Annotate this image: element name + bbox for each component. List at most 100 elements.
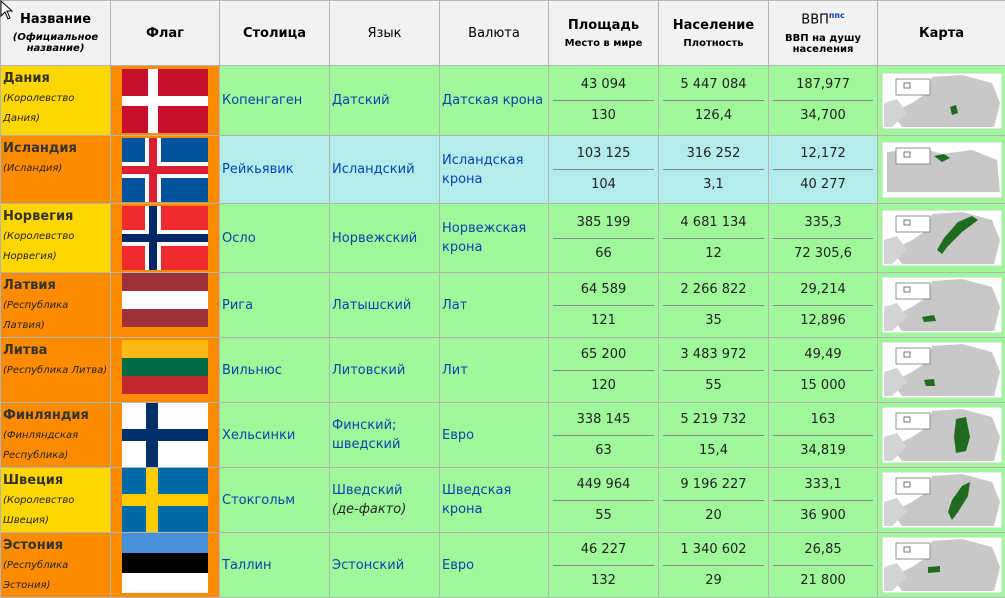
- lithuania-flag[interactable]: [111, 338, 219, 402]
- sweden-flag[interactable]: [111, 468, 219, 532]
- language-link[interactable]: Датский: [332, 93, 390, 108]
- header-language[interactable]: Язык: [330, 1, 440, 66]
- gdp-value: 12,172: [769, 139, 877, 169]
- capital-link[interactable]: Хельсинки: [220, 403, 330, 468]
- area-cell: 43 094130: [549, 66, 659, 136]
- capital-link[interactable]: Стокгольм: [220, 468, 330, 533]
- gdp-cell: 26,8521 800: [769, 533, 878, 598]
- area-cell: 385 19966: [549, 204, 659, 273]
- country-name-link[interactable]: Швеция: [3, 470, 110, 491]
- map-cell: [878, 403, 1005, 468]
- language-link[interactable]: Литовский: [332, 363, 405, 378]
- denmark-flag[interactable]: [111, 69, 219, 133]
- official-name: (Республика Латвия): [3, 296, 110, 336]
- currency-link[interactable]: Евро: [440, 403, 549, 468]
- header-row: Название(Официальное название) Флаг Стол…: [1, 1, 1005, 66]
- area-value: 46 227: [549, 535, 658, 565]
- gdp-per-capita: 34,819: [769, 436, 877, 466]
- official-name: (Королевство Норвегия): [3, 227, 110, 267]
- gdp-value: 26,85: [769, 535, 877, 565]
- capital-link[interactable]: Осло: [220, 204, 330, 273]
- map-cell: [878, 136, 1005, 204]
- header-map[interactable]: Карта: [878, 1, 1005, 66]
- language-extra[interactable]: шведский: [332, 437, 400, 452]
- language-cell[interactable]: Латышский: [330, 273, 440, 338]
- country-row: Швеция (Королевство Швеция) Стокгольм Шв…: [1, 468, 1005, 533]
- official-name: (Республика Литва): [3, 361, 110, 381]
- country-name-link[interactable]: Эстония: [3, 535, 110, 556]
- iceland-flag[interactable]: [111, 138, 219, 202]
- population-cell: 1 340 60229: [659, 533, 769, 598]
- map-latvia[interactable]: [878, 277, 1005, 333]
- language-cell[interactable]: Норвежский: [330, 204, 440, 273]
- header-gdp[interactable]: ВВПппсВВП на душу населения: [769, 1, 878, 66]
- language-cell[interactable]: Литовский: [330, 338, 440, 403]
- gdp-per-capita: 21 800: [769, 566, 877, 596]
- capital-link[interactable]: Рейкьявик: [220, 136, 330, 204]
- language-link[interactable]: Шведский: [332, 483, 402, 498]
- mouse-cursor-icon: [0, 0, 14, 20]
- norway-flag[interactable]: [111, 206, 219, 270]
- population-value: 316 252: [659, 139, 768, 169]
- header-area[interactable]: ПлощадьМесто в мире: [549, 1, 659, 66]
- map-cell: [878, 204, 1005, 273]
- language-link[interactable]: Латышский: [332, 298, 411, 313]
- currency-link[interactable]: Датская крона: [440, 66, 549, 136]
- language-cell[interactable]: Финский; шведский: [330, 403, 440, 468]
- language-link[interactable]: Финский;: [332, 418, 396, 433]
- map-cell: [878, 66, 1005, 136]
- area-cell: 46 227132: [549, 533, 659, 598]
- header-currency[interactable]: Валюта: [440, 1, 549, 66]
- currency-link[interactable]: Евро: [440, 533, 549, 598]
- language-link[interactable]: Эстонский: [332, 558, 404, 573]
- country-name-link[interactable]: Норвегия: [3, 206, 110, 227]
- area-rank: 55: [549, 501, 658, 531]
- language-cell[interactable]: Шведский(де-факто): [330, 468, 440, 533]
- map-finland[interactable]: [878, 407, 1005, 463]
- country-name-link[interactable]: Латвия: [3, 275, 110, 296]
- gdp-value: 163: [769, 405, 877, 435]
- country-name-link[interactable]: Исландия: [3, 138, 110, 159]
- latvia-flag[interactable]: [111, 273, 219, 337]
- currency-link[interactable]: Лит: [440, 338, 549, 403]
- area-cell: 103 125104: [549, 136, 659, 204]
- population-cell: 5 219 73215,4: [659, 403, 769, 468]
- estonia-flag[interactable]: [111, 533, 219, 597]
- language-link[interactable]: Исландский: [332, 162, 415, 177]
- capital-link[interactable]: Копенгаген: [220, 66, 330, 136]
- currency-link[interactable]: Шведская крона: [440, 468, 549, 533]
- gdp-cell: 333,136 900: [769, 468, 878, 533]
- language-cell[interactable]: Эстонский: [330, 533, 440, 598]
- country-name-link[interactable]: Дания: [3, 68, 110, 89]
- finland-flag[interactable]: [111, 403, 219, 467]
- map-sweden[interactable]: [878, 472, 1005, 528]
- country-row: Норвегия (Королевство Норвегия) Осло Нор…: [1, 204, 1005, 273]
- area-rank: 104: [549, 170, 658, 200]
- area-rank: 132: [549, 566, 658, 596]
- population-value: 2 266 822: [659, 275, 768, 305]
- currency-link[interactable]: Норвежская крона: [440, 204, 549, 273]
- language-link[interactable]: Норвежский: [332, 231, 417, 246]
- area-cell: 449 96455: [549, 468, 659, 533]
- country-name-link[interactable]: Финляндия: [3, 405, 110, 426]
- header-name[interactable]: Название(Официальное название): [1, 1, 111, 66]
- capital-link[interactable]: Вильнюс: [220, 338, 330, 403]
- map-lithuania[interactable]: [878, 342, 1005, 398]
- header-flag[interactable]: Флаг: [111, 1, 220, 66]
- gdp-ppp-link[interactable]: ппс: [829, 11, 845, 20]
- map-norway[interactable]: [878, 210, 1005, 266]
- map-denmark[interactable]: [878, 73, 1005, 129]
- density-value: 3,1: [659, 170, 768, 200]
- currency-link[interactable]: Исландская крона: [440, 136, 549, 204]
- language-cell[interactable]: Датский: [330, 66, 440, 136]
- header-capital[interactable]: Столица: [220, 1, 330, 66]
- official-name: (Королевство Швеция): [3, 491, 110, 531]
- currency-link[interactable]: Лат: [440, 273, 549, 338]
- capital-link[interactable]: Таллин: [220, 533, 330, 598]
- country-name-link[interactable]: Литва: [3, 340, 110, 361]
- language-cell[interactable]: Исландский: [330, 136, 440, 204]
- header-population[interactable]: НаселениеПлотность: [659, 1, 769, 66]
- map-iceland[interactable]: [878, 142, 1005, 198]
- gdp-cell: 29,21412,896: [769, 273, 878, 338]
- capital-link[interactable]: Рига: [220, 273, 330, 338]
